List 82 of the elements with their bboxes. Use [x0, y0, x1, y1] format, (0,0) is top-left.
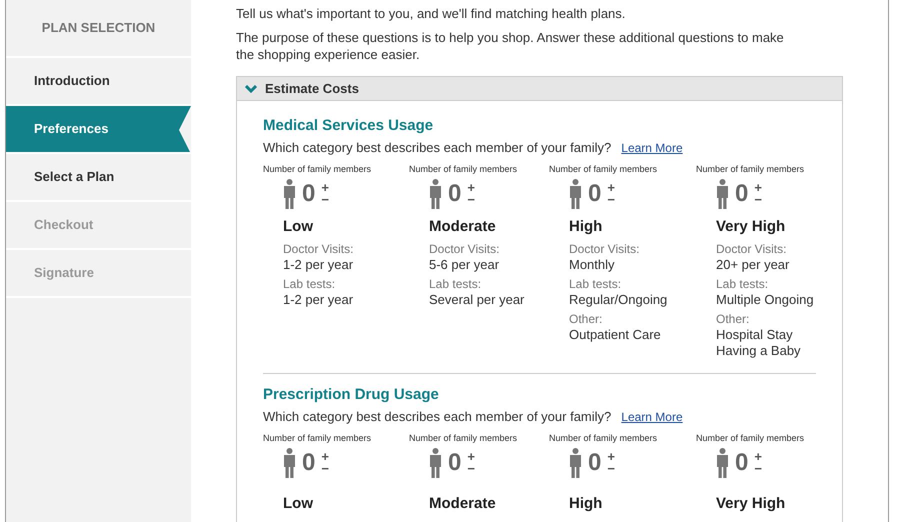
section-heading: Prescription Drug Usage [263, 386, 440, 404]
sidebar-heading: PLAN SELECTION [6, 0, 191, 58]
counter-label: Number of family members [409, 162, 518, 174]
minus-button[interactable]: − [754, 194, 762, 206]
category-name: Moderate [428, 494, 497, 514]
detail-label: Other: [716, 312, 750, 327]
minus-button[interactable]: − [467, 462, 475, 474]
learn-more-link[interactable]: Learn More [621, 138, 683, 157]
category-name: High [568, 216, 604, 236]
person-icon [716, 178, 729, 208]
person-icon [429, 178, 442, 208]
panel-title: Estimate Costs [265, 80, 359, 98]
detail-label: Doctor Visits: [283, 242, 354, 257]
detail-label: Lab tests: [429, 277, 482, 292]
counter-label: Number of family members [263, 162, 372, 174]
plus-button[interactable]: + [607, 182, 615, 194]
member-count: 0 [448, 450, 462, 474]
question-text: Which category best describes each member of your family? [263, 408, 612, 426]
plus-button[interactable]: + [754, 182, 762, 194]
section-heading: Medical Services Usage [263, 117, 434, 135]
plus-button[interactable]: + [754, 450, 762, 462]
detail-value: Having a Baby [716, 343, 802, 359]
question-text: Which category best describes each member of your family? [263, 139, 612, 157]
counter-label: Number of family members [409, 432, 518, 444]
counter-label: Number of family members [263, 432, 372, 444]
counter-label: Number of family members [696, 162, 806, 174]
sidebar-item[interactable]: Preferences [6, 106, 191, 154]
detail-label: Other: [569, 312, 604, 327]
minus-button[interactable]: − [321, 462, 329, 474]
counter-label: Number of family members [696, 432, 806, 444]
category-name: Very High [715, 494, 786, 514]
detail-value: Several per year [429, 292, 526, 308]
member-count: 0 [735, 182, 748, 206]
person-icon [569, 448, 582, 478]
detail-label: Doctor Visits: [429, 242, 500, 257]
person-icon [429, 448, 442, 478]
detail-label: Lab tests: [283, 277, 336, 292]
category-name: Very High [715, 216, 786, 236]
panel-header[interactable]: Estimate Costs [237, 77, 842, 101]
person-icon [283, 178, 296, 208]
detail-value: 1-2 per year [283, 257, 354, 273]
detail-value: 5-6 per year [429, 257, 500, 273]
category-name: Low [282, 216, 314, 236]
counter-label: Number of family members [549, 162, 658, 174]
member-count: 0 [735, 450, 748, 474]
learn-more-link[interactable]: Learn More [621, 408, 683, 426]
plus-button[interactable]: + [321, 450, 329, 462]
counter-label: Number of family members [549, 432, 658, 444]
detail-value: 20+ per year [716, 257, 790, 273]
plus-button[interactable]: + [321, 182, 329, 194]
person-icon [283, 448, 296, 478]
intro-text: Tell us what's important to you, and we'll find matching health plans. [236, 5, 626, 22]
category-name: High [568, 494, 604, 514]
detail-value: 1-2 per year [283, 292, 354, 308]
plus-button[interactable]: + [467, 450, 475, 462]
member-count: 0 [448, 182, 462, 206]
minus-button[interactable]: − [321, 194, 329, 206]
detail-value: Hospital Stay [716, 327, 794, 343]
detail-value: Outpatient Care [569, 327, 662, 343]
detail-label: Lab tests: [716, 277, 770, 292]
member-count: 0 [302, 182, 316, 206]
detail-value: Regular/Ongoing [569, 292, 668, 308]
intro-text: The purpose of these questions is to help you shop. Answer these additional questions to make the shopping experience easier. [236, 29, 785, 63]
minus-button[interactable]: − [467, 194, 475, 206]
member-count: 0 [302, 450, 316, 474]
person-icon [569, 178, 582, 208]
detail-value: Monthly [569, 257, 616, 273]
detail-label: Lab tests: [569, 277, 622, 292]
category-name: Moderate [428, 216, 497, 236]
plus-button[interactable]: + [607, 450, 615, 462]
minus-button[interactable]: − [607, 462, 615, 474]
person-icon [716, 448, 729, 478]
minus-button[interactable]: − [607, 194, 615, 206]
minus-button[interactable]: − [754, 462, 762, 474]
category-name: Low [282, 494, 314, 514]
detail-value: Multiple Ongoing [716, 292, 815, 308]
detail-label: Doctor Visits: [716, 242, 788, 257]
detail-label: Doctor Visits: [569, 242, 640, 257]
sidebar-item[interactable]: Select a Plan [6, 154, 191, 202]
plus-button[interactable]: + [467, 182, 475, 194]
member-count: 0 [588, 182, 602, 206]
member-count: 0 [588, 450, 602, 474]
